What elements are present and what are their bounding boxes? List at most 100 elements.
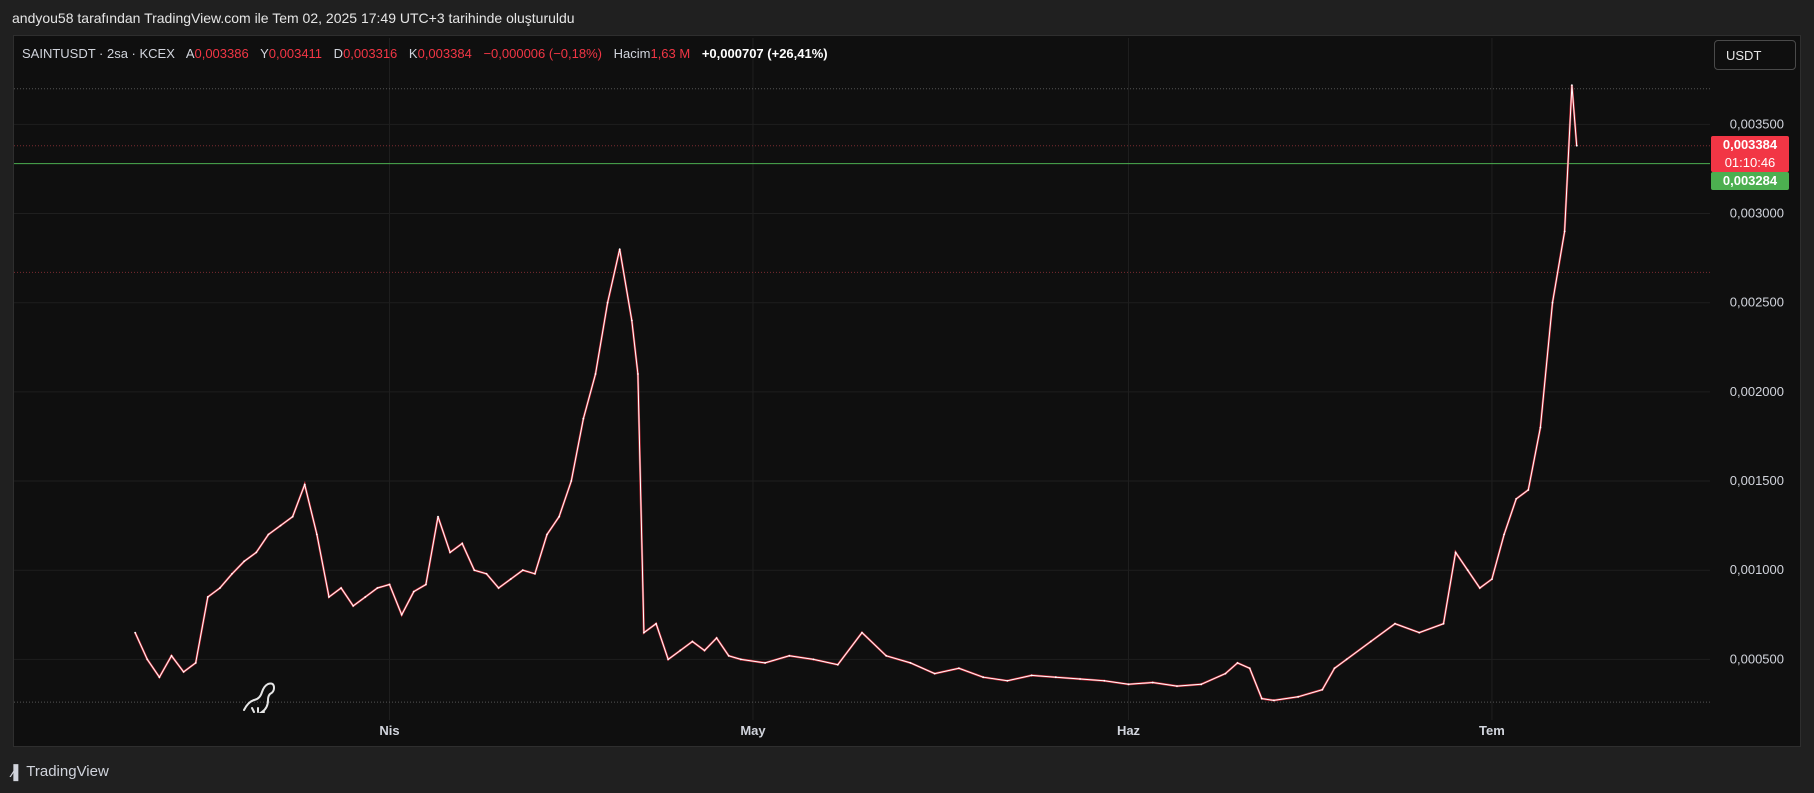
price-point <box>328 596 330 598</box>
price-point <box>485 572 488 575</box>
price-point <box>982 676 985 679</box>
price-point <box>437 515 439 518</box>
price-label-text: 0,003384 <box>1723 137 1778 152</box>
price-point <box>1575 144 1578 147</box>
price-point <box>340 587 342 589</box>
x-tick-label: Haz <box>1117 723 1141 738</box>
price-point <box>473 569 476 572</box>
x-tick-label: May <box>740 723 766 738</box>
price-point <box>364 596 367 598</box>
x-tick-label: Tem <box>1479 723 1505 738</box>
price-point <box>1260 697 1263 700</box>
countdown-label-text: 01:10:46 <box>1725 155 1776 170</box>
price-point <box>618 248 621 251</box>
price-point <box>1563 230 1566 233</box>
price-point <box>497 587 500 589</box>
price-point <box>158 676 161 679</box>
y-tick-label: 0,002500 <box>1730 295 1784 310</box>
price-point <box>170 654 173 657</box>
price-point <box>1466 569 1469 572</box>
total-change-value: +0,000707 (+26,41%) <box>701 46 828 61</box>
price-point <box>606 301 609 304</box>
price-point <box>1333 667 1336 670</box>
price-point <box>836 663 839 666</box>
change-value: −0,000006 (−0,18%) <box>483 46 602 61</box>
price-point <box>303 483 306 486</box>
price-point <box>1527 489 1530 491</box>
price-point <box>509 578 512 581</box>
tradingview-brand: TradingView <box>26 763 109 780</box>
price-point <box>1369 640 1372 643</box>
price-point <box>1503 533 1505 536</box>
price-point <box>788 654 791 657</box>
last-price-label: 0,003384 01:10:46 <box>1711 136 1789 173</box>
price-point <box>1248 667 1251 670</box>
symbol-label[interactable]: SAINTUSDT · 2sa · KCEX <box>22 46 175 61</box>
y-tick-label: 0,003500 <box>1730 116 1784 131</box>
tradingview-logo-icon: ⁄▌ <box>12 763 23 780</box>
y-tick-label: 0,002000 <box>1730 384 1784 399</box>
price-point <box>1570 84 1573 87</box>
price-point <box>715 637 718 639</box>
price-point <box>558 515 561 518</box>
price-point <box>1539 426 1542 429</box>
price-point <box>1054 676 1057 679</box>
open-value: 0,003386 <box>194 46 249 61</box>
price-point <box>194 662 197 664</box>
price-point <box>691 640 694 643</box>
price-point <box>1200 683 1203 686</box>
price-point <box>933 672 936 675</box>
close-label: K <box>408 46 418 61</box>
price-point <box>958 667 960 670</box>
price-point <box>1454 551 1457 554</box>
price-point <box>727 654 730 657</box>
price-label-text: 0,003284 <box>1723 173 1778 188</box>
price-point <box>243 560 246 563</box>
price-point <box>630 319 633 322</box>
price-point <box>1297 695 1300 698</box>
price-chart[interactable]: 0,000500 0,001000 0,001500 0,002000 0,002500… <box>0 0 1814 793</box>
price-point <box>1321 688 1324 691</box>
tradingview-logo[interactable]: ⁄▌ TradingView <box>12 763 109 780</box>
price-point <box>739 658 742 661</box>
price-point <box>206 596 209 598</box>
price-point <box>449 551 452 554</box>
price-point <box>703 649 706 652</box>
close-value: 0,003384 <box>417 46 472 61</box>
price-point <box>643 631 645 634</box>
price-point <box>376 587 379 589</box>
volume-label: Hacim <box>613 46 651 61</box>
price-point <box>885 654 888 657</box>
price-point <box>521 569 524 572</box>
price-series-line <box>134 85 1578 701</box>
price-point <box>1515 497 1518 500</box>
price-point <box>1551 301 1554 304</box>
price-point <box>352 604 355 607</box>
price-point <box>1127 683 1130 686</box>
price-point <box>1224 672 1227 675</box>
price-point <box>1442 622 1445 625</box>
price-point <box>861 631 863 634</box>
price-point <box>1418 631 1421 634</box>
price-point <box>594 373 597 375</box>
currency-button[interactable]: USDT <box>1714 40 1796 70</box>
price-point <box>1478 587 1481 589</box>
price-point <box>1103 679 1106 682</box>
price-point <box>279 524 282 527</box>
price-point <box>534 572 536 575</box>
price-point <box>582 417 585 420</box>
price-point <box>1006 679 1009 682</box>
volume-value: 1,63 M <box>650 46 691 61</box>
price-point <box>1345 658 1348 661</box>
price-point <box>315 533 318 536</box>
y-tick-label: 0,001000 <box>1730 562 1784 577</box>
price-point <box>412 590 415 593</box>
price-series-shadow <box>134 85 1578 702</box>
reference-price-label: 0,003284 <box>1711 172 1789 191</box>
price-point <box>636 373 639 375</box>
price-point <box>1236 662 1239 664</box>
ohlc-legend: SAINTUSDT · 2sa · KCEX A0,003386 Y0,0034… <box>22 46 828 61</box>
price-point <box>400 613 403 616</box>
price-point <box>655 622 657 625</box>
price-point <box>909 662 912 664</box>
